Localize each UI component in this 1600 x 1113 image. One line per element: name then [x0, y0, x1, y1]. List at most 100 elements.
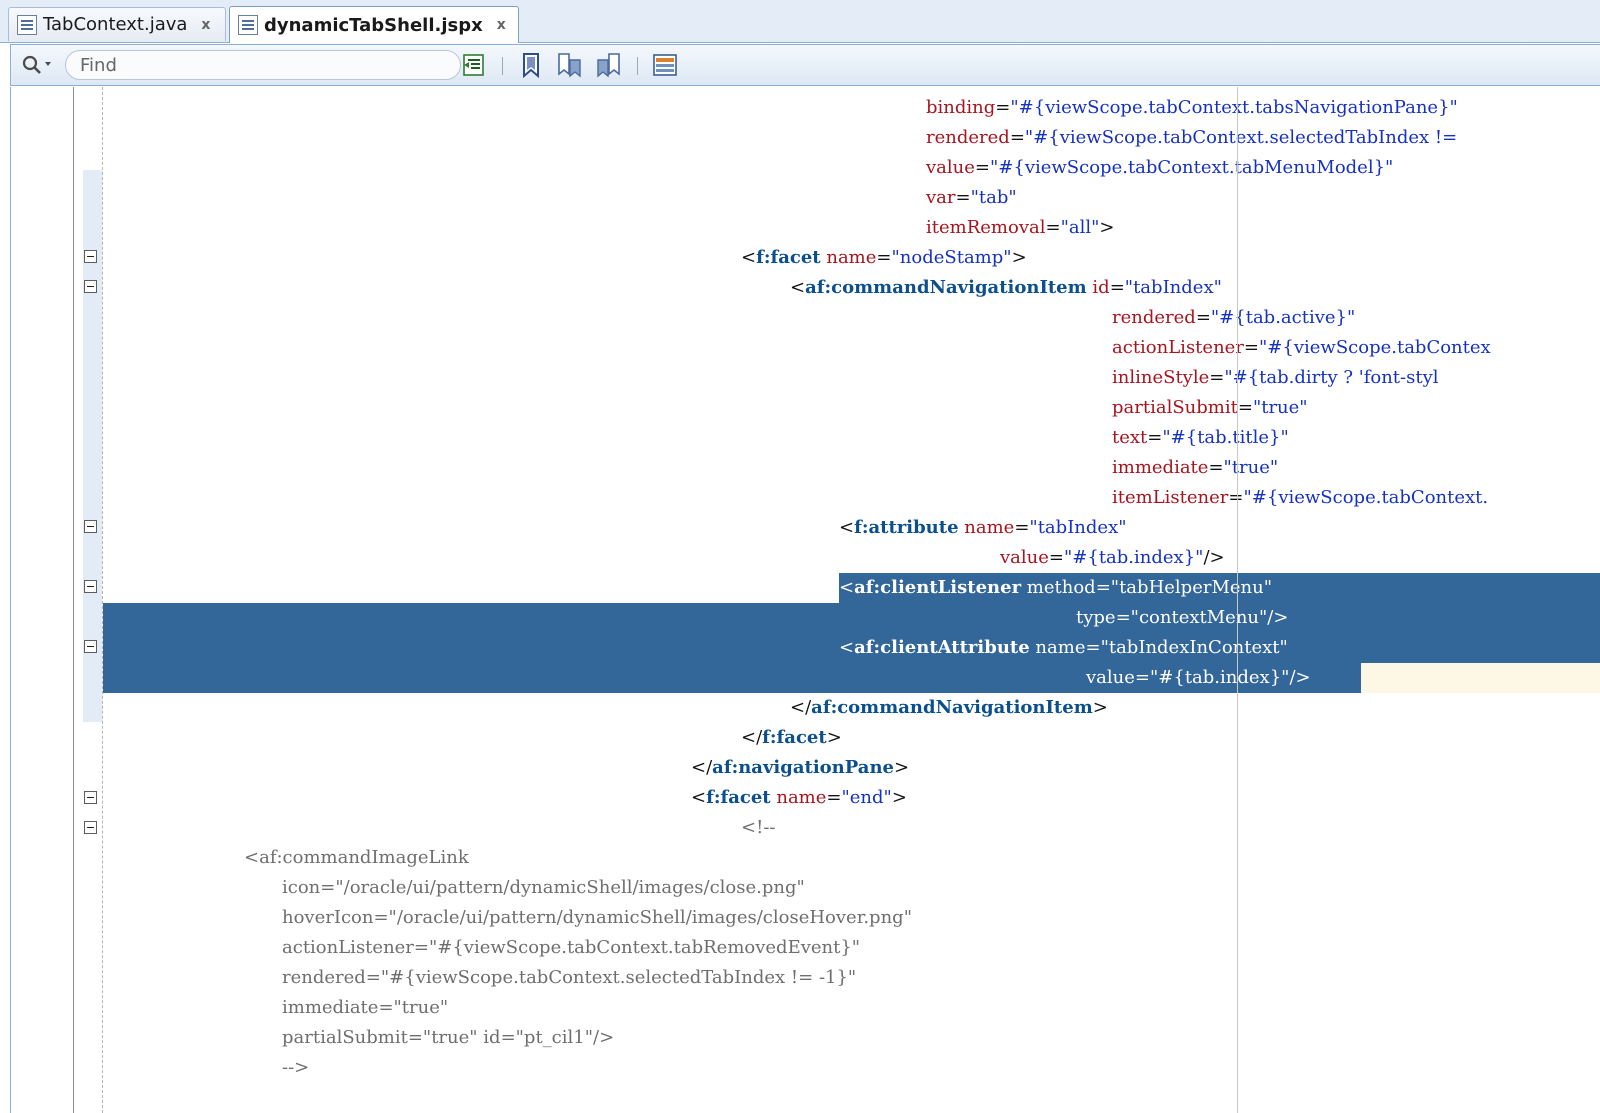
code-token-txt: < [691, 787, 707, 808]
code-line[interactable]: </af:navigationPane> [691, 753, 909, 783]
code-line[interactable]: var="tab" [926, 183, 1017, 213]
code-token-txt: /> [1289, 667, 1311, 688]
code-line[interactable]: partialSubmit="true" id="pt_cil1"/> [282, 1023, 614, 1053]
search-icon [22, 55, 51, 74]
next-bookmark-button[interactable] [596, 52, 622, 78]
code-token-cmt: hoverIcon="/oracle/ui/pattern/dynamicShe… [282, 907, 912, 928]
code-line[interactable]: rendered="#{viewScope.tabContext.selecte… [282, 963, 856, 993]
code-token-attr: inlineStyle [1112, 367, 1210, 388]
code-token-txt: = [995, 97, 1011, 118]
code-token-txt: = [1045, 217, 1061, 238]
code-line[interactable]: <!-- [741, 813, 775, 843]
toggle-panel-button[interactable] [652, 52, 678, 78]
code-token-attr: immediate [1112, 457, 1209, 478]
code-token-txt: = [1085, 637, 1101, 658]
code-line[interactable]: immediate="true" [1112, 453, 1278, 483]
code-token-txt: > [826, 727, 842, 748]
close-tab-icon[interactable]: x [497, 17, 506, 33]
code-token-val: "#{tab.title}" [1162, 427, 1289, 448]
code-token-attr: rendered [1112, 307, 1196, 328]
code-line[interactable]: value="#{viewScope.tabContext.tabMenuMod… [926, 153, 1393, 183]
code-line[interactable]: actionListener="#{viewScope.tabContex [1112, 333, 1491, 363]
fold-toggle-icon[interactable] [84, 580, 97, 593]
code-token-attr: name [776, 787, 827, 808]
code-token-val: "contextMenu" [1130, 607, 1268, 628]
code-line[interactable]: inlineStyle="#{tab.dirty ? 'font-styl [1112, 363, 1439, 393]
toggle-bookmark-button[interactable] [518, 52, 544, 78]
code-token-txt: > [1011, 247, 1027, 268]
code-line[interactable]: icon="/oracle/ui/pattern/dynamicShell/im… [282, 873, 805, 903]
previous-bookmark-icon [558, 53, 581, 78]
tab-label: dynamicTabShell.jspx [264, 14, 483, 36]
code-line[interactable]: </af:commandNavigationItem> [790, 693, 1108, 723]
line-gutter [11, 87, 74, 1113]
code-line[interactable]: value="#{tab.index}"/> [1000, 543, 1225, 573]
fold-toggle-icon[interactable] [84, 280, 97, 293]
code-token-val: "end" [841, 787, 892, 808]
fold-toggle-icon[interactable] [84, 821, 97, 834]
code-line[interactable]: text="#{tab.title}" [1112, 423, 1289, 453]
toolbar-separator [502, 57, 503, 75]
tab-dynamictabshell-jspx[interactable]: dynamicTabShell.jspx x [229, 6, 519, 43]
code-token-txt: /> [1267, 607, 1289, 628]
fold-toggle-icon[interactable] [84, 640, 97, 653]
next-bookmark-icon [597, 53, 620, 78]
code-line[interactable]: <f:facet name="end"> [691, 783, 907, 813]
code-line[interactable]: --> [282, 1053, 309, 1083]
toolbar-separator [637, 57, 638, 75]
code-line[interactable]: rendered="#{tab.active}" [1112, 303, 1355, 333]
code-line[interactable]: immediate="true" [282, 993, 448, 1023]
code-token-val: "#{tab.dirty ? 'font-styl [1224, 367, 1439, 388]
code-token-val: "#{viewScope.tabContex [1259, 337, 1491, 358]
fold-toggle-icon[interactable] [84, 791, 97, 804]
code-token-attr: id [1092, 277, 1110, 298]
code-token-txt: = [876, 247, 892, 268]
code-line[interactable]: <f:attribute name="tabIndex" [839, 513, 1127, 543]
reformat-button[interactable] [461, 52, 487, 78]
code-token-txt: = [1237, 397, 1253, 418]
code-token-tag: af:navigationPane [712, 757, 895, 778]
code-token-cmt: actionListener="#{viewScope.tabContext.t… [282, 937, 861, 958]
code-line[interactable]: <af:clientAttribute name="tabIndexInCont… [839, 633, 1288, 663]
search-options-button[interactable] [21, 50, 65, 80]
code-token-attr: name [964, 517, 1015, 538]
code-token-txt: < [839, 577, 855, 598]
code-line[interactable]: hoverIcon="/oracle/ui/pattern/dynamicShe… [282, 903, 912, 933]
code-editor[interactable]: binding="#{viewScope.tabContext.tabsNavi… [10, 87, 1600, 1113]
code-token-val: "true" [1252, 397, 1308, 418]
code-line[interactable]: </f:facet> [741, 723, 842, 753]
code-line[interactable]: type="contextMenu"/> [1076, 603, 1288, 633]
code-token-cmt: partialSubmit="true" id="pt_cil1"/> [282, 1027, 615, 1048]
code-line[interactable]: actionListener="#{viewScope.tabContext.t… [282, 933, 860, 963]
fold-toggle-icon[interactable] [84, 250, 97, 263]
tab-tabcontext-java[interactable]: TabContext.java x [8, 7, 226, 41]
code-line[interactable]: <af:commandNavigationItem id="tabIndex" [790, 273, 1222, 303]
code-line[interactable]: <af:clientListener method="tabHelperMenu… [839, 573, 1272, 603]
code-line[interactable]: itemListener="#{viewScope.tabContext. [1112, 483, 1488, 513]
code-token-cmt: icon="/oracle/ui/pattern/dynamicShell/im… [282, 877, 805, 898]
code-line[interactable]: binding="#{viewScope.tabContext.tabsNavi… [926, 93, 1458, 123]
find-input[interactable] [65, 50, 461, 80]
code-token-val: "tabHelperMenu" [1110, 577, 1272, 598]
code-token-tag: af:clientListener [854, 577, 1022, 598]
code-token-txt: = [1243, 337, 1260, 358]
code-token-txt: < [790, 277, 806, 298]
code-token-txt: = [1134, 667, 1150, 688]
code-token-txt: = [1115, 607, 1131, 628]
editor-toolbar [10, 44, 1600, 86]
code-token-tag: f:facet [762, 727, 827, 748]
code-token-tag: af:commandNavigationItem [811, 697, 1093, 718]
previous-bookmark-button[interactable] [556, 52, 582, 78]
code-line[interactable]: rendered="#{viewScope.tabContext.selecte… [926, 123, 1457, 153]
code-token-attr: value [926, 157, 975, 178]
fold-toggle-icon[interactable] [84, 520, 97, 533]
code-token-txt: = [1147, 427, 1163, 448]
code-line[interactable]: <af:commandImageLink [244, 843, 469, 873]
code-token-txt: = [826, 787, 842, 808]
code-line[interactable]: <f:facet name="nodeStamp"> [741, 243, 1027, 273]
close-tab-icon[interactable]: x [201, 17, 210, 33]
code-line[interactable]: partialSubmit="true" [1112, 393, 1308, 423]
tab-label: TabContext.java [43, 14, 188, 35]
code-line[interactable]: itemRemoval="all"> [926, 213, 1114, 243]
code-line[interactable]: value="#{tab.index}"/> [1086, 663, 1311, 693]
